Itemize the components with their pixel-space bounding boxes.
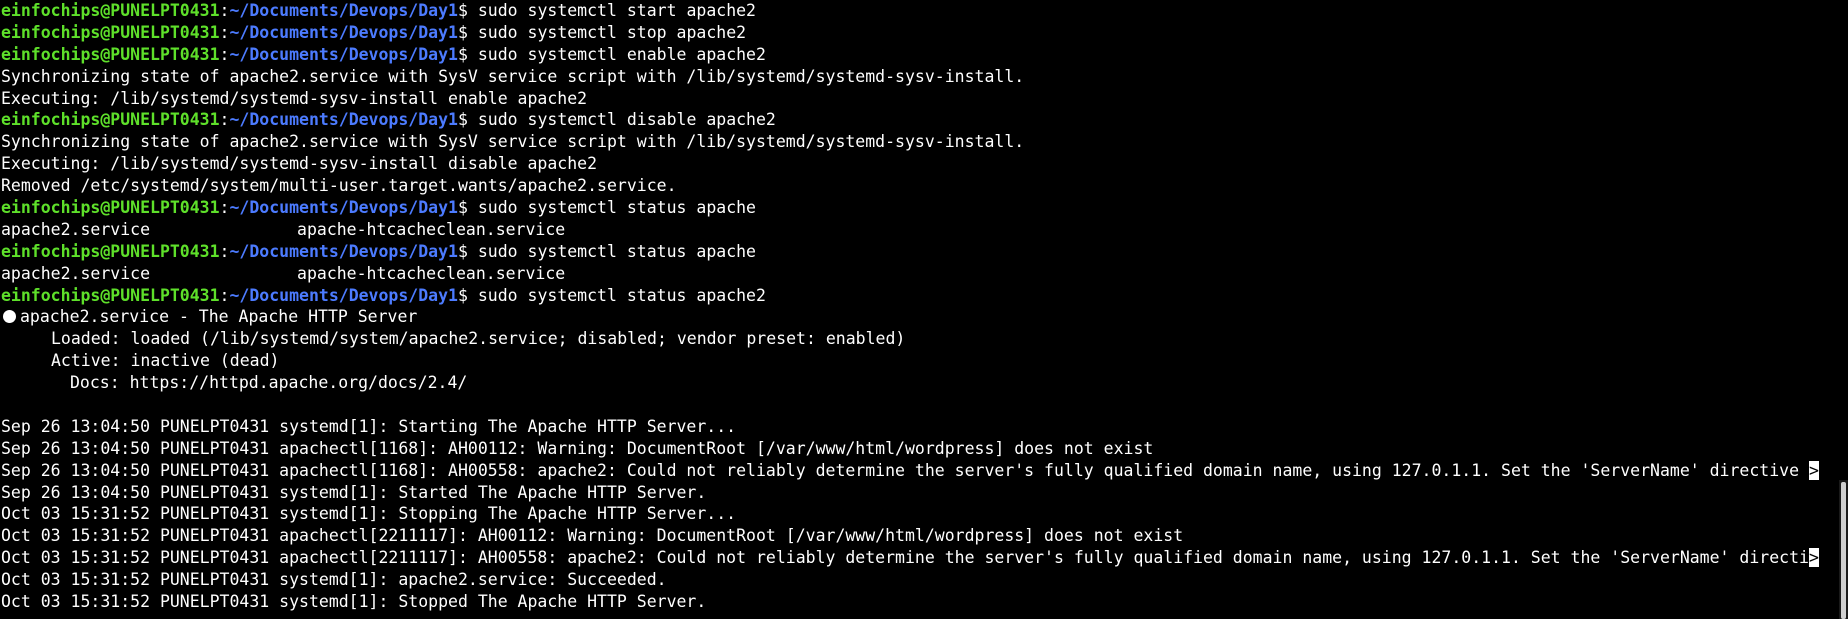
prompt-path: ~/Documents/Devops/Day1 [229, 285, 458, 305]
output-line: Synchronizing state of apache2.service w… [1, 132, 1025, 152]
prompt-line: einfochips@PUNELPT0431:~/Documents/Devop… [0, 22, 1848, 44]
prompt-user-host: einfochips@PUNELPT0431 [1, 241, 220, 261]
command-text: sudo systemctl enable apache2 [477, 44, 766, 64]
completion-item: apache-htcacheclean.service [297, 219, 566, 239]
command-text: sudo systemctl stop apache2 [477, 22, 747, 42]
prompt-line: einfochips@PUNELPT0431:~/Documents/Devop… [0, 0, 1848, 22]
status-active-line: Active: inactive (dead) [0, 350, 1848, 372]
prompt-user-host: einfochips@PUNELPT0431 [1, 44, 220, 64]
prompt-path: ~/Documents/Devops/Day1 [229, 22, 458, 42]
log-text: Oct 03 15:31:52 PUNELPT0431 apachectl[22… [1, 548, 1809, 568]
status-docs-line: Docs: https://httpd.apache.org/docs/2.4/ [0, 372, 1848, 394]
prompt-dollar: $ [457, 285, 478, 305]
status-loaded-line: Loaded: loaded (/lib/systemd/system/apac… [0, 328, 1848, 350]
prompt-path: ~/Documents/Devops/Day1 [229, 198, 458, 218]
scrollbar-thumb[interactable] [1841, 482, 1846, 619]
prompt-line: einfochips@PUNELPT0431:~/Documents/Devop… [0, 197, 1848, 219]
prompt-user-host: einfochips@PUNELPT0431 [1, 110, 220, 130]
output-line: Executing: /lib/systemd/systemd-sysv-ins… [1, 154, 598, 174]
command-text: sudo systemctl status apache [477, 241, 756, 261]
prompt-dollar: $ [457, 22, 478, 42]
prompt-colon: : [219, 1, 230, 20]
command-text: sudo systemctl start apache2 [477, 1, 756, 20]
command-text: sudo systemctl disable apache2 [477, 110, 776, 130]
log-line: Oct 03 15:31:52 PUNELPT0431 systemd[1]: … [1, 592, 707, 612]
prompt-line: einfochips@PUNELPT0431:~/Documents/Devop… [0, 109, 1848, 131]
status-header-line: apache2.service - The Apache HTTP Server [0, 306, 1848, 328]
prompt-user-host: einfochips@PUNELPT0431 [1, 1, 220, 20]
prompt-user-host: einfochips@PUNELPT0431 [1, 285, 220, 305]
docs-text: Docs: https://httpd.apache.org/docs/2.4/ [70, 373, 468, 393]
active-text: Active: inactive (dead) [51, 351, 280, 371]
log-line: Oct 03 15:31:52 PUNELPT0431 apachectl[22… [0, 547, 1848, 569]
log-text: Sep 26 13:04:50 PUNELPT0431 apachectl[11… [1, 460, 1809, 480]
prompt-colon: : [219, 22, 230, 42]
completion-item: apache2.service [1, 263, 151, 283]
log-line: Oct 03 15:31:52 PUNELPT0431 systemd[1]: … [1, 570, 667, 590]
output-line: Executing: /lib/systemd/systemd-sysv-ins… [1, 88, 588, 108]
prompt-colon: : [219, 285, 230, 305]
prompt-user-host: einfochips@PUNELPT0431 [1, 22, 220, 42]
log-line: Oct 03 15:31:52 PUNELPT0431 systemd[1]: … [1, 504, 737, 524]
output-line: Synchronizing state of apache2.service w… [1, 66, 1025, 86]
truncation-marker: > [1808, 548, 1819, 568]
command-text: sudo systemctl status apache [477, 198, 756, 218]
log-line: Sep 26 13:04:50 PUNELPT0431 systemd[1]: … [1, 416, 737, 436]
log-line: Sep 26 13:04:50 PUNELPT0431 systemd[1]: … [1, 482, 707, 502]
prompt-line: einfochips@PUNELPT0431:~/Documents/Devop… [0, 285, 1848, 307]
prompt-dollar: $ [457, 110, 478, 130]
prompt-colon: : [219, 44, 230, 64]
prompt-dollar: $ [457, 44, 478, 64]
prompt-line: einfochips@PUNELPT0431:~/Documents/Devop… [0, 44, 1848, 66]
command-text: sudo systemctl status apache2 [477, 285, 766, 305]
prompt-user-host: einfochips@PUNELPT0431 [1, 198, 220, 218]
prompt-dollar: $ [457, 241, 478, 261]
prompt-dollar: $ [457, 1, 478, 20]
prompt-colon: : [219, 110, 230, 130]
completion-line: apache2.service apache-htcacheclean.servi… [0, 219, 1848, 241]
prompt-dollar: $ [457, 198, 478, 218]
log-line: Sep 26 13:04:50 PUNELPT0431 apachectl[11… [1, 438, 1154, 458]
log-line: Oct 03 15:31:52 PUNELPT0431 apachectl[22… [1, 526, 1184, 546]
prompt-path: ~/Documents/Devops/Day1 [229, 241, 458, 261]
prompt-path: ~/Documents/Devops/Day1 [229, 1, 458, 20]
prompt-path: ~/Documents/Devops/Day1 [229, 44, 458, 64]
output-line: Removed /etc/systemd/system/multi-user.t… [1, 176, 677, 196]
loaded-text: Loaded: loaded (/lib/systemd/system/apac… [51, 329, 906, 349]
truncation-marker: > [1808, 460, 1819, 480]
prompt-colon: : [219, 241, 230, 261]
log-line: Sep 26 13:04:50 PUNELPT0431 apachectl[11… [0, 460, 1848, 482]
terminal-window[interactable]: einfochips@PUNELPT0431:~/Documents/Devop… [0, 0, 1848, 619]
prompt-line: einfochips@PUNELPT0431:~/Documents/Devop… [0, 241, 1848, 263]
completion-line: apache2.service apache-htcacheclean.servi… [0, 263, 1848, 285]
completion-item: apache2.service [1, 219, 151, 239]
prompt-colon: : [219, 198, 230, 218]
prompt-path: ~/Documents/Devops/Day1 [229, 110, 458, 130]
completion-item: apache-htcacheclean.service [297, 263, 566, 283]
service-title: apache2.service - The Apache HTTP Server [20, 307, 418, 327]
circle-icon [3, 310, 16, 324]
